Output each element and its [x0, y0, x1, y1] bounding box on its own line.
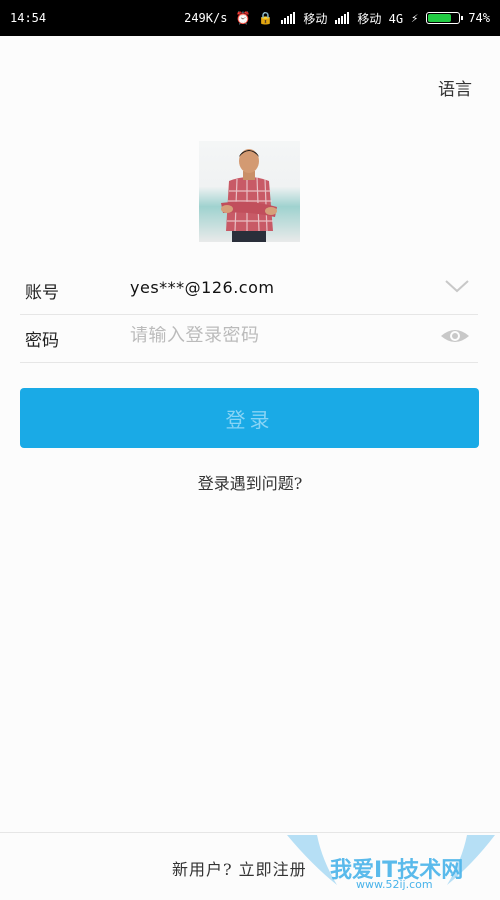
account-input[interactable]: yes***@126.com	[130, 278, 420, 297]
eye-icon[interactable]	[440, 326, 470, 350]
watermark-url: www.52ij.com	[356, 878, 433, 891]
lock-icon: 🔒	[258, 11, 274, 25]
carrier-2: 移动 4G	[357, 11, 404, 26]
account-label: 账号	[25, 283, 59, 303]
signal-icon	[281, 12, 296, 24]
charging-icon: ⚡	[411, 11, 419, 25]
account-row: 账号 yes***@126.com	[20, 266, 478, 315]
login-button[interactable]: 登录	[20, 388, 479, 448]
login-trouble-link[interactable]: 登录遇到问题?	[0, 470, 500, 494]
avatar-image	[221, 149, 277, 242]
alarm-icon: ⏰	[235, 11, 251, 25]
status-bar: 14:54 249K/s ⏰ 🔒 移动 移动 4G ⚡ 74%	[0, 0, 500, 36]
password-row: 密码	[20, 314, 478, 363]
password-label: 密码	[25, 331, 59, 351]
carrier-1: 移动	[303, 11, 328, 26]
language-button[interactable]: 语言	[438, 75, 472, 100]
password-input[interactable]	[130, 326, 420, 345]
battery-percent: 74%	[468, 11, 490, 25]
battery-icon	[426, 12, 464, 24]
status-icons: 249K/s ⏰ 🔒 移动 移动 4G ⚡ 74%	[184, 10, 490, 27]
chevron-down-icon[interactable]	[444, 278, 470, 298]
avatar	[199, 141, 300, 242]
signal-icon-2	[335, 12, 350, 24]
network-speed: 249K/s	[184, 11, 228, 25]
status-time: 14:54	[10, 11, 47, 25]
